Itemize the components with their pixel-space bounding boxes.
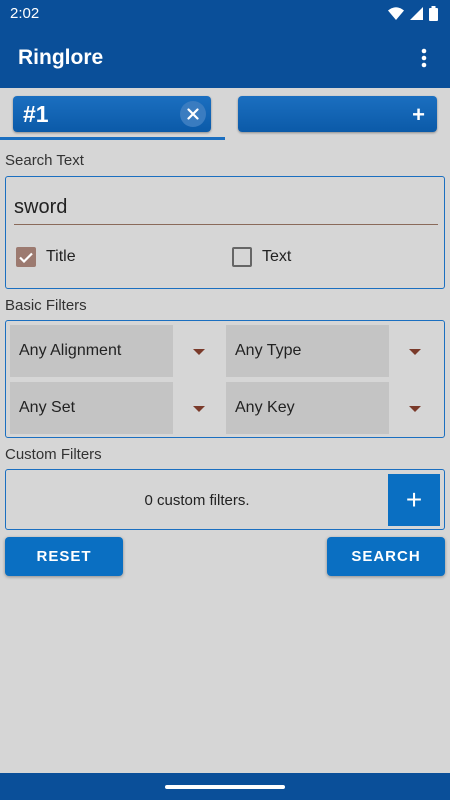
close-icon (187, 108, 199, 120)
key-dropdown[interactable]: Any Key (226, 382, 389, 434)
more-vert-icon (421, 48, 427, 68)
alignment-dropdown-value: Any Alignment (19, 342, 122, 359)
plus-icon: + (412, 102, 425, 127)
search-button[interactable]: SEARCH (327, 537, 445, 576)
status-icons (388, 5, 438, 21)
app-bar: Ringlore (0, 28, 450, 88)
custom-filters-box: 0 custom filters. + (5, 469, 445, 530)
key-dropdown-value: Any Key (235, 399, 295, 416)
title-option[interactable]: Title (16, 247, 76, 267)
text-checkbox[interactable] (232, 247, 252, 267)
search-text-box: Title Text (5, 176, 445, 289)
tab-indicator (0, 137, 225, 140)
app-title: Ringlore (18, 46, 104, 69)
tab-label: #1 (23, 101, 49, 127)
check-icon (19, 252, 33, 263)
reset-button[interactable]: RESET (5, 537, 123, 576)
search-text-label: Search Text (5, 152, 84, 169)
basic-filters-box: Any Alignment Any Type Any Set Any Key (5, 320, 445, 438)
title-option-label: Title (46, 248, 76, 265)
set-chevron-down-icon[interactable] (193, 406, 205, 412)
add-custom-filter-button[interactable]: + (388, 474, 440, 526)
overflow-menu-button[interactable] (408, 42, 440, 74)
status-bar: 2:02 (0, 0, 450, 28)
title-checkbox[interactable] (16, 247, 36, 267)
navigation-bar (0, 773, 450, 800)
type-dropdown-value: Any Type (235, 342, 302, 359)
set-dropdown-value: Any Set (19, 399, 76, 416)
search-input-wrap (14, 191, 438, 225)
wifi-icon (388, 6, 404, 20)
status-time: 2:02 (10, 5, 40, 22)
basic-filters-label: Basic Filters (5, 297, 87, 314)
tab-close-button[interactable] (180, 101, 206, 127)
tab-search-1[interactable]: #1 (13, 96, 211, 132)
text-option[interactable]: Text (232, 247, 291, 267)
tab-strip: #1 + (0, 88, 450, 142)
alignment-chevron-down-icon[interactable] (193, 349, 205, 355)
plus-icon: + (405, 484, 423, 515)
home-gesture-handle[interactable] (165, 785, 285, 789)
add-tab-button[interactable]: + (238, 96, 437, 132)
battery-icon (429, 5, 438, 21)
key-chevron-down-icon[interactable] (409, 406, 421, 412)
custom-filters-label: Custom Filters (5, 446, 102, 463)
alignment-dropdown[interactable]: Any Alignment (10, 325, 173, 377)
type-chevron-down-icon[interactable] (409, 349, 421, 355)
signal-icon (410, 6, 423, 20)
custom-filters-summary: 0 custom filters. (144, 492, 250, 509)
text-option-label: Text (262, 248, 292, 265)
set-dropdown[interactable]: Any Set (10, 382, 173, 434)
type-dropdown[interactable]: Any Type (226, 325, 389, 377)
search-input[interactable] (14, 191, 438, 223)
